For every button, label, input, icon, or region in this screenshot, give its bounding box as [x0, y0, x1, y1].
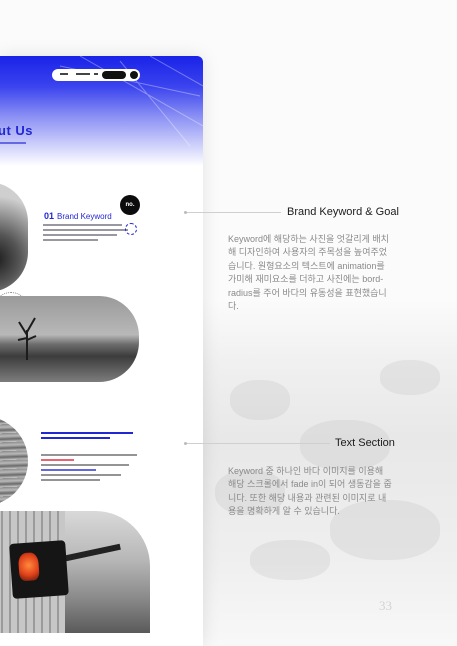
section-title: [41, 432, 137, 442]
traffic-signal: [9, 540, 69, 599]
bw-photo-waves: [0, 416, 28, 506]
nav-icon[interactable]: [130, 71, 138, 79]
dashed-circle-icon: [125, 223, 137, 235]
connector-line-1: [186, 212, 281, 213]
annotation-body-2: Keyword 중 하나인 바다 이미지를 이용해 해당 스크롤에서 fade …: [228, 466, 392, 517]
connector-line-2: [186, 443, 330, 444]
annotation-body-1: Keyword에 해당하는 사진을 엇갈리게 배치 해 디자인하여 사용자의 주…: [228, 234, 389, 312]
hand-signal-icon: [17, 552, 40, 582]
bw-photo-person: [0, 182, 28, 292]
tree-silhouette: [17, 317, 37, 360]
hero-subtitle: [0, 142, 26, 144]
bw-photo-street-signal: [0, 511, 150, 633]
number-badge: no.: [120, 195, 140, 215]
brand-keyword-text: Brand Keyword: [57, 212, 112, 221]
page-number: 33: [379, 598, 392, 613]
brand-keyword-label: 01 Brand Keyword: [44, 211, 112, 221]
connector-dot-1: [184, 211, 187, 214]
annotation-heading-2: Text Section: [335, 437, 395, 449]
hero-banner: ut Us: [0, 56, 203, 166]
section-paragraph: [41, 454, 139, 484]
connector-dot-2: [184, 442, 187, 445]
brand-paragraph: [43, 224, 135, 244]
brand-keyword-num: 01: [44, 211, 55, 221]
nav-active-pill[interactable]: [102, 71, 126, 79]
website-mockup: ut Us no. 01 Brand Keyword: [0, 56, 203, 646]
annotation-heading-1: Brand Keyword & Goal: [287, 206, 399, 218]
hero-title: ut Us: [0, 123, 33, 138]
nav-bar[interactable]: [52, 69, 140, 81]
